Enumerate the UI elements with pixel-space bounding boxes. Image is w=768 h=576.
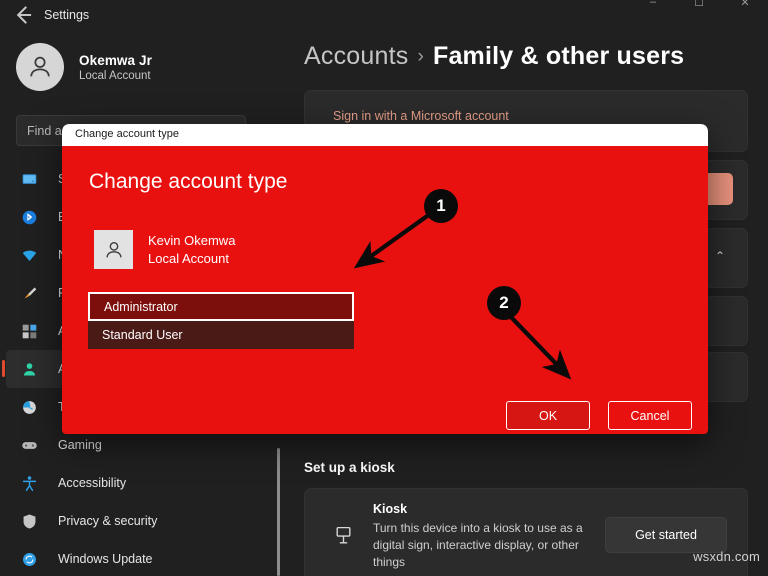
kiosk-description: Turn this device into a kiosk to use as … (373, 521, 583, 569)
sidebar-item-privacy-security[interactable]: Privacy & security (6, 502, 272, 540)
profile-block[interactable]: Okemwa Jr Local Account (16, 43, 152, 91)
update-icon (18, 548, 40, 570)
change-account-type-dialog: Change account type Change account type … (62, 124, 708, 434)
person-avatar-icon (94, 230, 133, 269)
minimize-button[interactable]: – (630, 0, 676, 14)
kiosk-display-icon (333, 525, 354, 551)
back-arrow-icon[interactable] (10, 2, 36, 28)
window-titlebar: Settings – ☐ ✕ (0, 0, 768, 30)
wifi-icon (18, 244, 40, 266)
settings-window: Settings – ☐ ✕ Okemwa Jr Local Account F… (0, 0, 768, 576)
vertical-scrollbar[interactable] (277, 448, 280, 576)
search-input-value: Find a (27, 123, 62, 138)
dialog-body: Change account type Kevin Okemwa Local A… (62, 146, 708, 434)
account-type-dropdown[interactable]: Administrator Standard User (88, 292, 354, 349)
profile-name: Okemwa Jr (79, 52, 152, 68)
clock-icon (18, 396, 40, 418)
page-title: Family & other users (432, 42, 685, 70)
sidebar-item-label: Privacy & security (58, 514, 158, 528)
dropdown-option-standard-user[interactable]: Standard User (88, 321, 354, 349)
watermark: wsxdn.com (693, 549, 760, 564)
annotation-badge-1: 1 (424, 189, 458, 223)
kiosk-title: Kiosk (373, 502, 408, 516)
breadcrumb: Accounts › Family & other users (304, 42, 684, 71)
profile-text: Okemwa Jr Local Account (79, 53, 152, 82)
bluetooth-icon (18, 206, 40, 228)
system-icon (18, 168, 40, 190)
kiosk-section-title: Set up a kiosk (304, 460, 395, 475)
chevron-right-icon: › (417, 46, 424, 67)
sidebar-item-windows-update[interactable]: Windows Update (6, 540, 272, 576)
dialog-titlebar-text: Change account type (75, 128, 179, 140)
profile-subtitle: Local Account (79, 69, 151, 82)
annotation-badge-2: 2 (487, 286, 521, 320)
accounts-icon (18, 358, 40, 380)
window-controls: – ☐ ✕ (630, 0, 768, 14)
dialog-user-subtitle: Local Account (148, 251, 229, 266)
person-avatar-icon (16, 43, 64, 91)
sidebar-item-label: Windows Update (58, 552, 153, 566)
window-title: Settings (44, 8, 90, 22)
gamepad-icon (18, 434, 40, 456)
chevron-up-icon[interactable]: ⌃ (715, 249, 725, 263)
accessibility-icon (18, 472, 40, 494)
sidebar-item-label: Gaming (58, 438, 102, 452)
maximize-button[interactable]: ☐ (676, 0, 722, 14)
dropdown-option-administrator[interactable]: Administrator (88, 292, 354, 321)
sidebar-item-accessibility[interactable]: Accessibility (6, 464, 272, 502)
shield-icon (18, 510, 40, 532)
dialog-heading: Change account type (89, 170, 288, 193)
sidebar-item-label: Accessibility (58, 476, 127, 490)
apps-icon (18, 320, 40, 342)
get-started-button[interactable]: Get started (605, 517, 727, 553)
cancel-button[interactable]: Cancel (608, 401, 692, 430)
dialog-user-text: Kevin Okemwa Local Account (148, 233, 235, 266)
breadcrumb-parent[interactable]: Accounts (304, 42, 408, 70)
dialog-titlebar: Change account type (62, 124, 708, 146)
ok-button[interactable]: OK (506, 401, 590, 430)
dialog-user-name: Kevin Okemwa (148, 233, 236, 248)
kiosk-card[interactable]: Kiosk Turn this device into a kiosk to u… (304, 488, 748, 576)
sign-in-microsoft-account-link[interactable]: Sign in with a Microsoft account (333, 109, 509, 123)
close-button[interactable]: ✕ (722, 0, 768, 14)
paintbrush-icon (18, 282, 40, 304)
dialog-user-block: Kevin Okemwa Local Account (94, 230, 235, 269)
